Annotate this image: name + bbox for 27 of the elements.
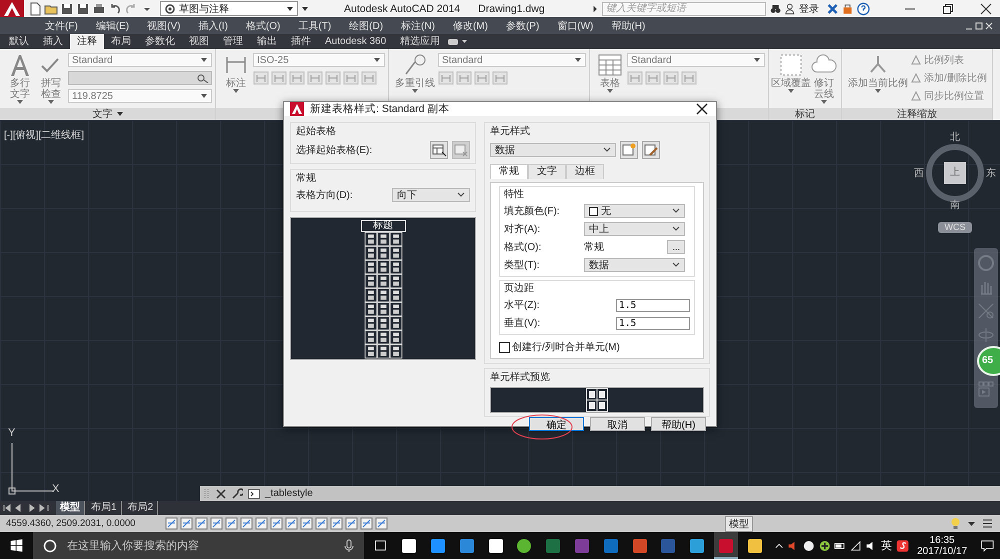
- file-title: Drawing1.dwg: [478, 2, 545, 14]
- field-label: 垂直(V):: [504, 316, 542, 330]
- format-value: 常规: [584, 240, 604, 254]
- compass-label: 北: [950, 130, 960, 144]
- coordinates-readout: 4559.4360, 2509.2031, 0.0000: [6, 518, 136, 529]
- group-label: 起始表格: [296, 124, 337, 138]
- app-title: Autodesk AutoCAD 2014: [344, 2, 460, 14]
- field-label: 表格方向(D):: [296, 188, 353, 202]
- dialog-title: 新建表格样式: Standard 副本: [310, 102, 450, 116]
- compass-label: 西: [914, 167, 924, 180]
- field-label: 格式(O):: [504, 240, 542, 254]
- axis-label: Y: [8, 427, 16, 439]
- compass-label: 南: [950, 198, 960, 212]
- workspace-name: 草图与注释: [178, 2, 229, 16]
- field-label: 对齐(A):: [504, 222, 542, 236]
- compass-label: 东: [986, 166, 996, 180]
- field-label: 水平(Z):: [504, 298, 541, 312]
- preview-title: 标题: [360, 220, 406, 232]
- group-label: 页边距: [504, 282, 535, 295]
- command-text: _tablestyle: [265, 488, 313, 499]
- group-label: 特性: [504, 188, 525, 201]
- group-label: 常规: [296, 172, 317, 185]
- group-label: 单元样式预览: [490, 370, 551, 384]
- field-label: 选择起始表格(E):: [296, 144, 372, 157]
- field-label: 类型(T):: [504, 258, 541, 272]
- group-label: 单元样式: [490, 124, 531, 138]
- field-label: 填充颜色(F):: [504, 204, 561, 218]
